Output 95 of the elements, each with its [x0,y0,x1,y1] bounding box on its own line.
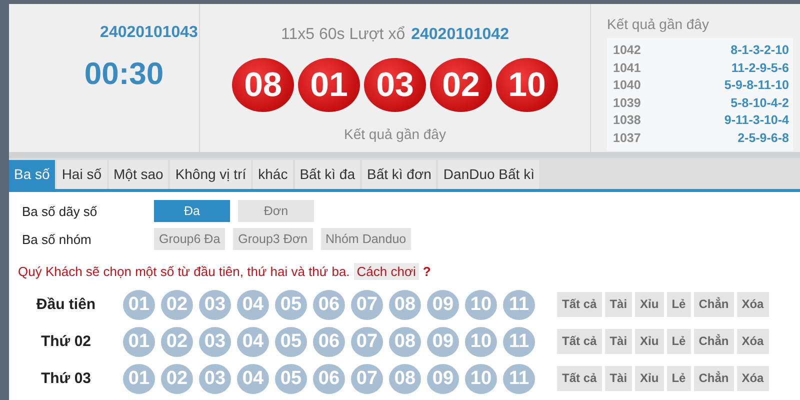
number-ball[interactable]: 01 [123,290,155,320]
number-ball[interactable]: 02 [161,290,193,320]
quick-pick-button[interactable]: Lẻ [666,329,691,354]
results-caption: Kết quả gần đây [344,126,446,142]
number-ball[interactable]: 11 [503,326,535,356]
quick-pick-button[interactable]: Tài [604,366,632,391]
quick-pick-button[interactable]: Xỉu [635,292,664,317]
number-ball[interactable]: 07 [351,290,383,320]
result-numbers: 11-2-9-5-6 [731,60,789,76]
number-ball[interactable]: 10 [465,326,497,356]
tab[interactable]: Bất kì đơn [362,160,436,189]
number-ball[interactable]: 10 [465,290,497,320]
draw-title: 11x5 60s Lượt xổ [281,26,406,44]
number-ball[interactable]: 03 [199,364,231,394]
result-ball: 08 [232,58,294,112]
option-label: Ba số nhóm [22,232,92,246]
result-ball: 10 [496,58,558,112]
number-ball[interactable]: 05 [275,364,307,394]
number-ball[interactable]: 04 [237,290,269,320]
quick-pick-button[interactable]: Chẳn [694,366,734,391]
recent-title: Kết quả gần đây [607,16,710,32]
instruction-text: Quý Khách sẽ chọn một số từ đầu tiên, thứ hai và thứ ba. [18,264,350,279]
result-numbers: 5-8-10-4-2 [730,94,789,112]
number-ball[interactable]: 03 [199,326,231,356]
position-label: Thứ 02 [40,333,92,350]
quick-pick-button[interactable]: Lẻ [666,366,691,391]
number-ball[interactable]: 08 [389,290,421,320]
result-ball: 01 [298,58,360,112]
draw-id: 1042 [613,42,641,59]
number-ball[interactable]: 09 [427,326,459,356]
tab[interactable]: Ba số [9,160,55,189]
tab[interactable]: Một sao [108,160,168,189]
quick-pick-button[interactable]: Tất cả [557,292,602,317]
quick-pick-button[interactable]: Tài [604,329,632,354]
number-ball[interactable]: 04 [237,364,269,394]
option-button[interactable]: Đa [154,200,230,222]
tab[interactable]: Hai số [56,160,106,189]
result-numbers: 2-5-9-6-8 [738,130,789,146]
number-ball[interactable]: 01 [123,364,155,394]
quick-pick-button[interactable]: Tất cả [557,366,602,391]
position-label: Thứ 03 [40,370,92,387]
number-ball[interactable]: 11 [503,290,535,320]
tab[interactable]: khác [253,160,293,189]
tab[interactable]: Không vị trí [170,160,252,189]
number-ball[interactable]: 06 [313,364,345,394]
quick-pick-button[interactable]: Chẳn [694,292,734,317]
quick-pick-button[interactable]: Xỉu [635,329,664,354]
option-button[interactable]: Nhóm Danduo [320,228,412,250]
number-ball[interactable]: 02 [161,326,193,356]
result-numbers: 5-9-8-11-10 [724,77,789,94]
draw-id: 1040 [613,77,641,94]
number-ball[interactable]: 06 [313,326,345,356]
tab[interactable]: DanDuo Bất kì [438,160,540,189]
option-button[interactable]: Đơn [238,200,314,222]
number-ball[interactable]: 11 [503,364,535,394]
number-ball[interactable]: 08 [389,326,421,356]
number-ball[interactable]: 05 [275,326,307,356]
number-ball[interactable]: 01 [123,326,155,356]
number-ball[interactable]: 03 [199,290,231,320]
draw-id: 1039 [613,94,641,112]
number-ball[interactable]: 09 [427,364,459,394]
how-to-play-link[interactable]: Cách chơi [354,263,419,280]
draw-id: 1037 [613,130,641,146]
quick-pick-button[interactable]: Lẻ [666,292,691,317]
number-ball[interactable]: 04 [237,326,269,356]
option-label: Ba số dãy số [22,204,98,218]
number-ball[interactable]: 09 [427,290,459,320]
number-ball[interactable]: 05 [275,290,307,320]
result-ball: 02 [430,58,492,112]
help-mark: ? [422,264,431,279]
draw-id: 1041 [613,60,641,76]
option-button[interactable]: Group3 Đơn [233,228,312,250]
countdown-timer: 00:30 [84,56,164,92]
tab[interactable]: Bất kì đa [294,160,360,189]
quick-pick-button[interactable]: Xóa [736,292,769,317]
number-ball[interactable]: 10 [465,364,497,394]
result-numbers: 9-11-3-10-4 [724,112,789,129]
quick-pick-button[interactable]: Tất cả [557,329,602,354]
quick-pick-button[interactable]: Xóa [736,366,769,391]
number-ball[interactable]: 02 [161,364,193,394]
quick-pick-button[interactable]: Chẳn [694,329,734,354]
result-numbers: 8-1-3-2-10 [730,42,789,59]
number-ball[interactable]: 07 [351,326,383,356]
quick-pick-button[interactable]: Xóa [736,329,769,354]
option-button[interactable]: Group6 Đa [154,228,226,250]
draw-number: 24020101042 [411,26,509,44]
quick-pick-button[interactable]: Tài [604,292,632,317]
quick-pick-button[interactable]: Xỉu [635,366,664,391]
result-ball: 03 [364,58,426,112]
position-label: Đầu tiên [35,296,97,313]
number-ball[interactable]: 08 [389,364,421,394]
number-ball[interactable]: 07 [351,364,383,394]
number-ball[interactable]: 06 [313,290,345,320]
draw-number: 24020101043 [100,24,198,42]
draw-id: 1038 [613,112,641,129]
